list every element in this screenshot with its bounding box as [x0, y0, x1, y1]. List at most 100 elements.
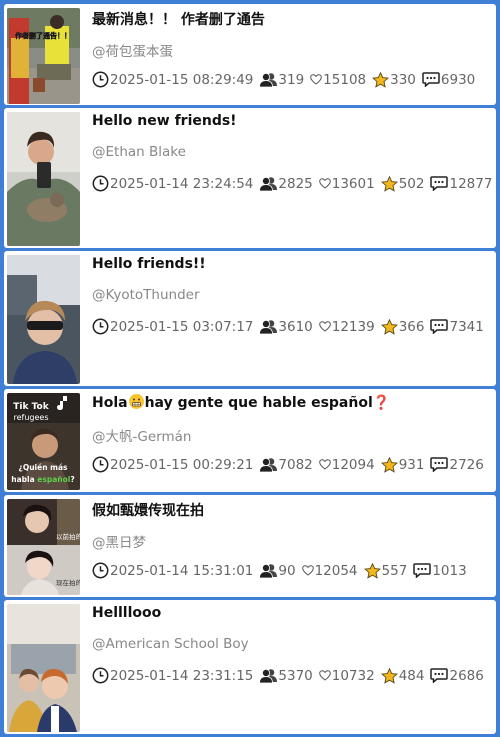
post-date: 2025-01-14 23:24:54 — [92, 175, 253, 192]
post-card[interactable]: Hello friends!! @KyotoThunder 2025-01-15… — [4, 251, 496, 386]
star-icon — [380, 667, 398, 684]
comments-count: 6930 — [422, 72, 475, 88]
post-thumbnail[interactable] — [7, 255, 80, 384]
post-thumbnail[interactable]: 以前拍的 现在拍的 — [7, 499, 80, 595]
post-date: 2025-01-14 15:31:01 — [92, 562, 253, 579]
clock-icon — [92, 175, 109, 192]
stars-count: 366 — [380, 318, 424, 335]
followers-icon — [259, 458, 278, 472]
post-author[interactable]: @American School Boy — [92, 636, 496, 654]
post-date-text: 2025-01-15 03:07:17 — [110, 318, 254, 335]
heart-icon — [310, 74, 322, 85]
post-author[interactable]: @KyotoThunder — [92, 287, 496, 305]
stars-count: 557 — [363, 562, 407, 579]
post-date-text: 2025-01-14 15:31:01 — [110, 562, 254, 579]
post-author[interactable]: @大帆-Germán — [92, 425, 496, 445]
likes-count: 12139 — [318, 319, 375, 335]
thumbnail-caption: 作者删了通告！！ — [15, 31, 71, 40]
heart-icon — [318, 459, 331, 470]
followers-count: 2825 — [259, 176, 313, 192]
star-icon — [372, 71, 390, 88]
post-stats: 2025-01-15 00:29:21 7082 12094 931 2726 — [92, 456, 496, 473]
comment-icon — [430, 668, 449, 683]
post-date: 2025-01-15 00:29:21 — [92, 456, 253, 473]
followers-icon — [259, 564, 278, 578]
heart-icon — [318, 178, 331, 189]
post-stats: 2025-01-14 23:31:15 5370 10732 484 2686 — [92, 667, 496, 684]
post-stats: 2025-01-14 15:31:01 90 12054 557 1013 — [92, 562, 496, 579]
post-card[interactable]: Hello new friends! @Ethan Blake 2025-01-… — [4, 108, 496, 248]
post-card[interactable]: 以前拍的 现在拍的 假如甄嬛传现在拍 @黑日梦 2025-01-14 15:31… — [4, 495, 496, 597]
post-card[interactable]: Tik Tok refugees ¿Quién más habla españo… — [4, 389, 496, 492]
star-icon — [363, 562, 381, 579]
post-date: 2025-01-15 08:29:49 — [92, 71, 253, 88]
followers-count: 3610 — [259, 319, 313, 335]
post-date: 2025-01-15 03:07:17 — [92, 318, 253, 335]
followers-count: 90 — [259, 563, 296, 579]
comments-count: 1013 — [413, 563, 467, 579]
comments-count: 12877 — [430, 176, 492, 192]
post-thumbnail[interactable] — [7, 604, 80, 732]
post-title[interactable]: Hello new friends! — [92, 112, 496, 135]
star-icon — [380, 318, 398, 335]
post-title[interactable]: Hellllooo — [92, 604, 496, 627]
comment-icon — [430, 176, 449, 191]
post-author[interactable]: @黑日梦 — [92, 531, 496, 551]
heart-icon — [318, 321, 331, 332]
clock-icon — [92, 667, 109, 684]
post-date-text: 2025-01-14 23:24:54 — [110, 175, 254, 192]
comments-count: 7341 — [430, 319, 484, 335]
followers-count: 319 — [259, 72, 304, 88]
stars-count: 330 — [372, 71, 416, 88]
post-stats: 2025-01-15 03:07:17 3610 12139 366 7341 — [92, 318, 496, 335]
post-thumbnail[interactable]: 作者删了通告！！ — [7, 8, 80, 104]
followers-icon — [259, 669, 278, 683]
post-stats: 2025-01-15 08:29:49 319 15108 330 6930 — [92, 71, 496, 88]
grimace-emoji-icon — [128, 394, 144, 409]
post-list: 作者删了通告！！ 最新消息！！ 作者删了通告 @荷包蛋本蛋 2025-01-15… — [4, 4, 496, 737]
thumbnail-line2: habla español? — [11, 475, 74, 484]
post-card[interactable]: Hellllooo @American School Boy 2025-01-1… — [4, 600, 496, 734]
post-title[interactable]: Hello friends!! — [92, 255, 496, 278]
star-icon — [380, 456, 398, 473]
thumbnail-label-now: 现在拍的 — [56, 578, 80, 587]
likes-count: 12054 — [301, 563, 358, 579]
thumbnail-line1: ¿Quién más — [18, 463, 68, 472]
followers-icon — [259, 73, 278, 87]
post-date-text: 2025-01-15 00:29:21 — [110, 456, 254, 473]
post-stats: 2025-01-14 23:24:54 2825 13601 502 12877 — [92, 175, 496, 192]
post-date-text: 2025-01-15 08:29:49 — [110, 71, 254, 88]
heart-icon — [318, 670, 331, 681]
question-mark-icon: ❓ — [372, 395, 391, 411]
stars-count: 484 — [380, 667, 424, 684]
clock-icon — [92, 562, 109, 579]
post-thumbnail[interactable] — [7, 112, 80, 246]
post-card[interactable]: 作者删了通告！！ 最新消息！！ 作者删了通告 @荷包蛋本蛋 2025-01-15… — [4, 4, 496, 105]
stars-count: 502 — [380, 175, 424, 192]
likes-count: 12094 — [318, 457, 375, 473]
clock-icon — [92, 318, 109, 335]
post-date: 2025-01-14 23:31:15 — [92, 667, 253, 684]
post-author[interactable]: @荷包蛋本蛋 — [92, 40, 496, 60]
followers-icon — [259, 177, 278, 191]
stars-count: 931 — [380, 456, 424, 473]
comment-icon — [413, 563, 432, 578]
thumbnail-logo-text: Tik Tok — [13, 402, 49, 412]
likes-count: 13601 — [318, 176, 375, 192]
comments-count: 2686 — [430, 668, 484, 684]
star-icon — [380, 175, 398, 192]
thumbnail-label-before: 以前拍的 — [56, 532, 80, 541]
post-author[interactable]: @Ethan Blake — [92, 144, 496, 162]
post-title[interactable]: Hola hay gente que hable español❓ — [92, 393, 496, 416]
clock-icon — [92, 71, 109, 88]
likes-count: 15108 — [310, 72, 366, 88]
likes-count: 10732 — [318, 668, 375, 684]
heart-icon — [301, 565, 314, 576]
followers-icon — [259, 320, 278, 334]
post-thumbnail[interactable]: Tik Tok refugees ¿Quién más habla españo… — [7, 393, 80, 490]
post-title[interactable]: 假如甄嬛传现在拍 — [92, 499, 496, 522]
comment-icon — [422, 72, 440, 87]
post-title[interactable]: 最新消息！！ 作者删了通告 — [92, 8, 496, 31]
thumbnail-subtitle: refugees — [13, 413, 48, 422]
comments-count: 2726 — [430, 457, 484, 473]
